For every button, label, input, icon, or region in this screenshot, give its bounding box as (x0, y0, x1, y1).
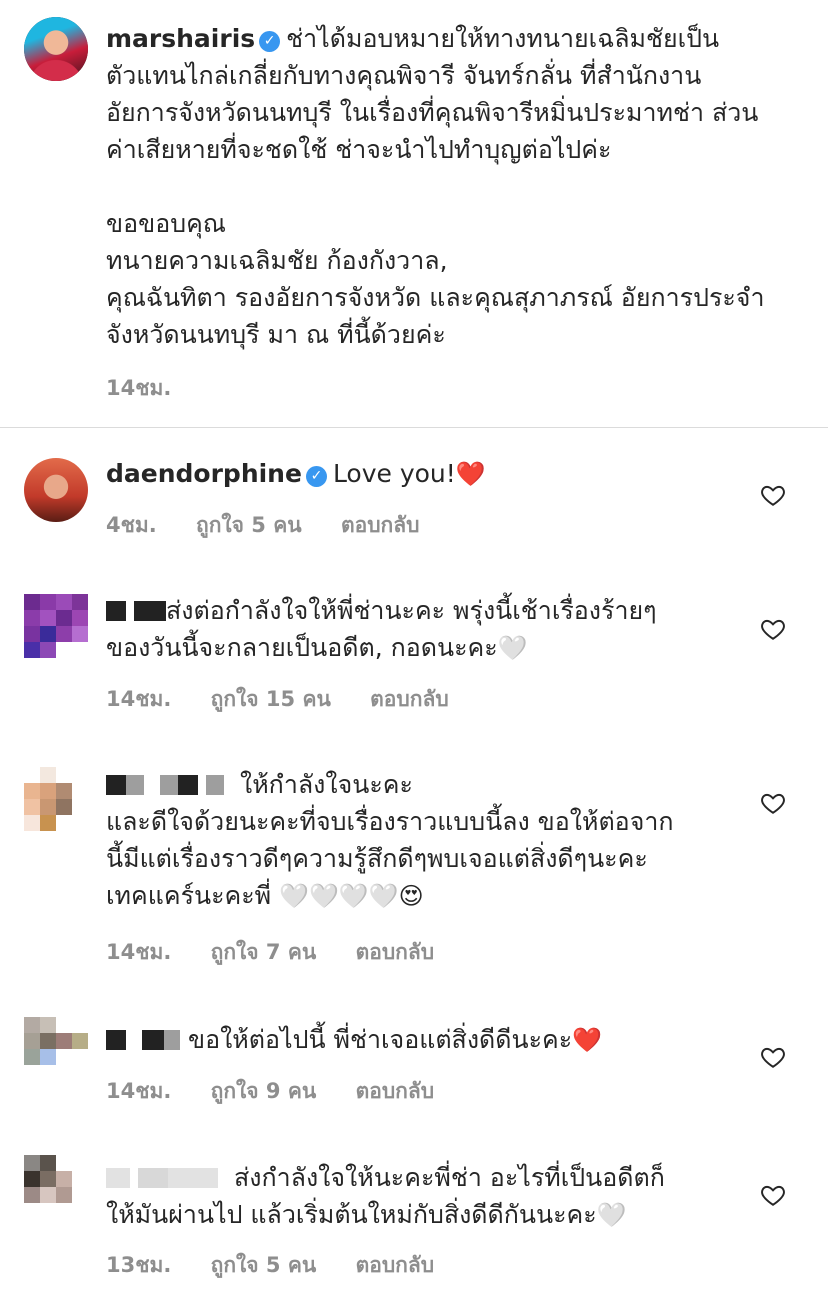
comment-text: ขอให้ต่อไปนี้ พี่ช่าเจอแต่สิ่งดีดีนะคะ❤️ (106, 1021, 744, 1059)
comment-likes[interactable]: ถูกใจ 5 คน (211, 1253, 317, 1277)
comment-likes[interactable]: ถูกใจ 7 คน (211, 940, 317, 964)
comment-time: 14ชม. (106, 1079, 172, 1103)
redacted-username (106, 775, 126, 795)
comment-likes[interactable]: ถูกใจ 9 คน (211, 1079, 317, 1103)
comment-time: 14ชม. (106, 687, 172, 711)
caption-line-0: ช่าได้มอบหมายให้ทางทนายเฉลิมชัยเป็น (286, 24, 720, 53)
avatar-pixelated[interactable] (24, 1017, 88, 1081)
comment-username[interactable]: daendorphine (106, 459, 302, 488)
redacted-username (168, 1168, 218, 1188)
comment-meta: 4ชม. ถูกใจ 5 คน ตอบกลับ (106, 509, 451, 542)
comment-text: ให้กำลังใจนะคะ และดีใจด้วยนะคะที่จบเรื่อ… (106, 766, 744, 915)
divider (0, 427, 828, 428)
comment-line: ส่งกำลังใจให้นะคะพี่ช่า อะไรที่เป็นอดีตก… (234, 1163, 665, 1192)
caption-line-5: ขอขอบคุณ (106, 209, 226, 238)
avatar-pixelated[interactable] (24, 767, 88, 831)
caption-line-7: คุณฉันทิตา รองอัยการจังหวัด และคุณสุภาภร… (106, 283, 765, 312)
caption-line-6: ทนายความเฉลิมชัย ก้องกังวาล, (106, 246, 448, 275)
reply-button[interactable]: ตอบกลับ (356, 940, 435, 964)
redacted-username (134, 601, 166, 621)
avatar-marshairis[interactable] (24, 17, 88, 81)
comment-line: ให้มันผ่านไป แล้วเริ่มต้นใหม่กับสิ่งดีดี… (106, 1200, 597, 1229)
comment-line: เทคแคร์นะคะพี่ (106, 881, 272, 910)
comment-line: ขอให้ต่อไปนี้ พี่ช่าเจอแต่สิ่งดีดีนะคะ (188, 1025, 573, 1054)
comment-text: daendorphine ✓ Love you!❤️ (106, 455, 744, 493)
reply-button[interactable]: ตอบกลับ (356, 1079, 435, 1103)
post-username[interactable]: marshairis (106, 24, 255, 53)
comment-line: ให้กำลังใจนะคะ (240, 770, 413, 799)
comment-time: 14ชม. (106, 940, 172, 964)
heart-outline-icon[interactable] (760, 1044, 786, 1070)
redacted-username (206, 775, 224, 795)
reply-button[interactable]: ตอบกลับ (370, 687, 449, 711)
comment-likes[interactable]: ถูกใจ 15 คน (211, 687, 331, 711)
comment-line: และดีใจด้วยนะคะที่จบเรื่องราวแบบนี้ลง ขอ… (106, 807, 674, 836)
redacted-username (142, 1030, 164, 1050)
avatar-daendorphine[interactable] (24, 458, 88, 522)
heart-outline-icon[interactable] (760, 616, 786, 642)
redacted-username (106, 601, 126, 621)
caption-line-3: ค่าเสียหายที่จะชดใช้ ช่าจะนำไปทำบุญต่อไป… (106, 135, 612, 164)
redacted-username (160, 775, 178, 795)
red-heart-emoji: ❤️ (572, 1026, 603, 1054)
comment-text: ส่งต่อกำลังใจให้พี่ช่านะคะ พรุ่งนี้เช้าเ… (106, 592, 744, 667)
post-meta: 14ชม. (106, 372, 203, 405)
avatar-pixelated[interactable] (24, 594, 88, 658)
reply-button[interactable]: ตอบกลับ (341, 513, 420, 537)
redacted-username (178, 775, 198, 795)
avatar-pixelated[interactable] (24, 1155, 88, 1219)
redacted-username (106, 1168, 130, 1188)
post-time: 14ชม. (106, 376, 172, 400)
comment-text: ส่งกำลังใจให้นะคะพี่ช่า อะไรที่เป็นอดีตก… (106, 1159, 744, 1234)
comment-line: นี้มีแต่เรื่องราวดีๆความรู้สึกดีๆพบเจอแต… (106, 844, 648, 873)
red-heart-emoji: ❤️ (455, 460, 486, 488)
post-caption: marshairis ✓ ช่าได้มอบหมายให้ทางทนายเฉลิมช… (106, 20, 798, 353)
comment-meta: 14ชม. ถูกใจ 7 คน ตอบกลับ (106, 936, 466, 969)
comment-time: 4ชม. (106, 513, 157, 537)
reply-button[interactable]: ตอบกลับ (356, 1253, 435, 1277)
caption-line-1: ตัวแทนไกล่เกลี่ยกับทางคุณพิจารี จันทร์กล… (106, 61, 702, 90)
redacted-username (126, 775, 144, 795)
heart-outline-icon[interactable] (760, 1182, 786, 1208)
white-heart-emoji: 🤍 (497, 634, 528, 662)
comment-meta: 14ชม. ถูกใจ 9 คน ตอบกลับ (106, 1075, 466, 1108)
heart-outline-icon[interactable] (760, 790, 786, 816)
comment-line: ของวันนี้จะกลายเป็นอดีต, กอดนะคะ (106, 633, 498, 662)
verified-badge-icon: ✓ (259, 31, 281, 52)
hearts-emoji: 🤍🤍🤍🤍😍 (279, 882, 424, 910)
comment-meta: 14ชม. ถูกใจ 15 คน ตอบกลับ (106, 683, 481, 716)
caption-line-2: อัยการจังหวัดนนทบุรี ในเรื่องที่คุณพิจาร… (106, 98, 759, 127)
redacted-username (164, 1030, 180, 1050)
redacted-username (106, 1030, 126, 1050)
caption-line-8: จังหวัดนนทบุรี มา ณ ที่นี้ด้วยค่ะ (106, 320, 446, 349)
comment-line: ส่งต่อกำลังใจให้พี่ช่านะคะ พรุ่งนี้เช้าเ… (166, 596, 657, 625)
comment-meta: 13ชม. ถูกใจ 5 คน ตอบกลับ (106, 1249, 466, 1282)
comment-body: Love you! (332, 459, 456, 488)
heart-outline-icon[interactable] (760, 482, 786, 508)
white-heart-emoji: 🤍 (596, 1201, 627, 1229)
redacted-username (138, 1168, 168, 1188)
verified-badge-icon: ✓ (305, 466, 327, 487)
comment-likes[interactable]: ถูกใจ 5 คน (196, 513, 302, 537)
comment-time: 13ชม. (106, 1253, 172, 1277)
